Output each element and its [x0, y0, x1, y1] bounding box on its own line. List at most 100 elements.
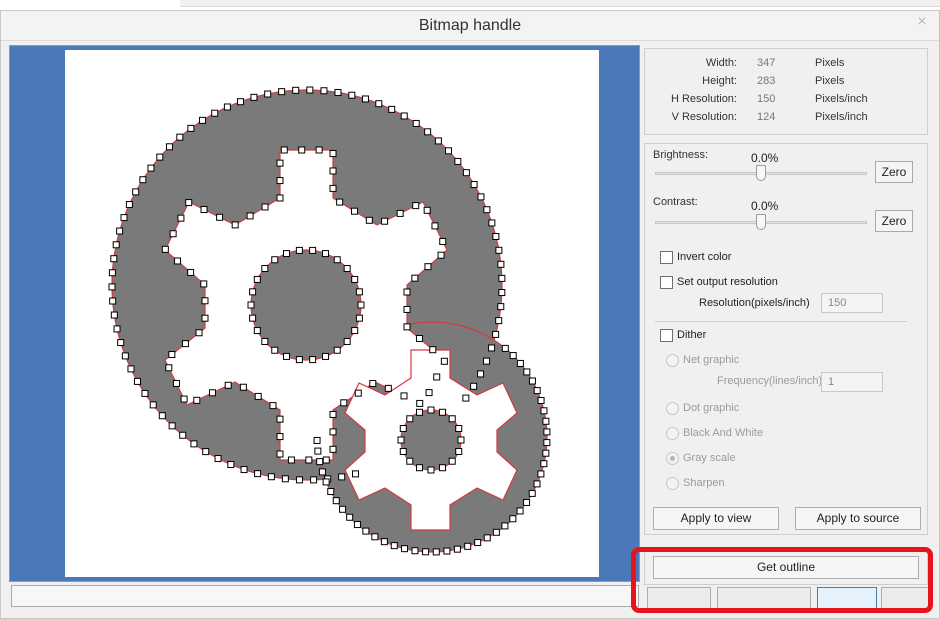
outline-node: [237, 98, 245, 106]
outline-node: [253, 327, 261, 335]
frequency-label: Frequency(lines/inch):: [717, 375, 826, 387]
dot-graphic-radio[interactable]: [666, 402, 679, 415]
outline-node: [542, 417, 550, 425]
outline-node: [455, 447, 463, 455]
close-icon[interactable]: ×: [907, 11, 937, 33]
outline-node: [276, 177, 284, 185]
outline-node: [440, 357, 448, 365]
outline-node: [292, 86, 300, 94]
outline-node: [108, 283, 116, 291]
brightness-slider-thumb[interactable]: [756, 165, 766, 181]
outline-node: [306, 86, 314, 94]
outline-node: [400, 112, 408, 120]
outline-node: [448, 457, 456, 465]
apply-to-view-button[interactable]: Apply to view: [653, 507, 779, 530]
outline-node: [193, 396, 201, 404]
outline-node: [406, 457, 414, 465]
outline-node: [318, 468, 326, 476]
dot-graphic-label: Dot graphic: [683, 402, 740, 414]
outline-node: [322, 478, 330, 486]
frequency-input[interactable]: 1: [821, 372, 883, 392]
outline-node: [110, 255, 118, 263]
v-resolution-label: V Resolution:: [671, 111, 737, 123]
outline-node: [470, 181, 478, 189]
outline-node: [416, 464, 424, 472]
outline-node: [261, 337, 269, 345]
apply-to-source-button[interactable]: Apply to source: [795, 507, 921, 530]
outline-node: [542, 449, 550, 457]
outline-node: [254, 470, 262, 478]
outline-node: [448, 415, 456, 423]
outline-node: [310, 476, 318, 484]
outline-node: [427, 406, 435, 414]
outline-node: [445, 147, 453, 155]
outline-node: [181, 340, 189, 348]
image-preview: [9, 45, 640, 582]
outline-node: [429, 346, 437, 354]
outline-node: [390, 542, 398, 550]
brightness-value: 0.0%: [751, 151, 779, 165]
set-output-resolution-checkbox[interactable]: [660, 276, 673, 289]
dither-checkbox[interactable]: [660, 329, 673, 342]
outline-node: [403, 323, 411, 331]
brightness-zero-button[interactable]: Zero: [875, 161, 913, 183]
outline-node: [354, 389, 362, 397]
outline-node: [134, 377, 142, 385]
image-info-box: Width: 347 Pixels Height: 283 Pixels H R…: [644, 48, 928, 135]
outline-node: [254, 392, 262, 400]
outline-node: [492, 233, 500, 241]
outline-node: [156, 153, 164, 161]
outline-node: [355, 288, 363, 296]
outline-node: [127, 365, 135, 373]
outline-node: [117, 339, 125, 347]
outline-node: [116, 227, 124, 235]
info-row-width: Width: 347 Pixels: [645, 57, 929, 72]
sharpen-label: Sharpen: [683, 477, 725, 489]
outline-node: [338, 473, 346, 481]
outline-node: [339, 505, 347, 513]
outline-node: [253, 275, 261, 283]
outline-node: [187, 268, 195, 276]
outline-node: [437, 251, 445, 259]
resolution-input[interactable]: 150: [821, 293, 883, 313]
net-graphic-radio[interactable]: [666, 354, 679, 367]
outline-node: [332, 497, 340, 505]
bitmap-canvas[interactable]: [65, 50, 599, 577]
outline-node: [488, 219, 496, 227]
outline-node: [424, 128, 432, 136]
outline-node: [295, 246, 303, 254]
outline-node: [336, 198, 344, 206]
outline-node: [121, 352, 129, 360]
outline-node: [180, 395, 188, 403]
black-and-white-radio[interactable]: [666, 427, 679, 440]
outline-node: [443, 547, 451, 555]
outline-node: [276, 194, 284, 202]
outline-node: [190, 440, 198, 448]
gear-image: [108, 86, 551, 556]
sharpen-radio[interactable]: [666, 477, 679, 490]
outline-node: [231, 221, 239, 229]
outline-node: [416, 408, 424, 416]
outline-node: [227, 461, 235, 469]
outline-node: [412, 119, 420, 127]
outline-node: [495, 317, 503, 325]
outline-node: [158, 412, 166, 420]
outline-node: [369, 379, 377, 387]
outline-node: [295, 476, 303, 484]
gray-scale-radio[interactable]: [666, 452, 679, 465]
contrast-slider-thumb[interactable]: [756, 214, 766, 230]
outline-node: [540, 407, 548, 415]
outline-node: [361, 95, 369, 103]
outline-node: [543, 439, 551, 447]
outline-node: [399, 425, 407, 433]
contrast-zero-button[interactable]: Zero: [875, 210, 913, 232]
outline-node: [295, 356, 303, 364]
outline-node: [401, 545, 409, 553]
outline-node: [216, 213, 224, 221]
info-row-h-resolution: H Resolution: 150 Pixels/inch: [645, 93, 929, 108]
invert-color-checkbox[interactable]: [660, 251, 673, 264]
outline-node: [528, 489, 536, 497]
outline-node: [329, 410, 337, 418]
outline-node: [381, 217, 389, 225]
outline-node: [497, 303, 505, 311]
